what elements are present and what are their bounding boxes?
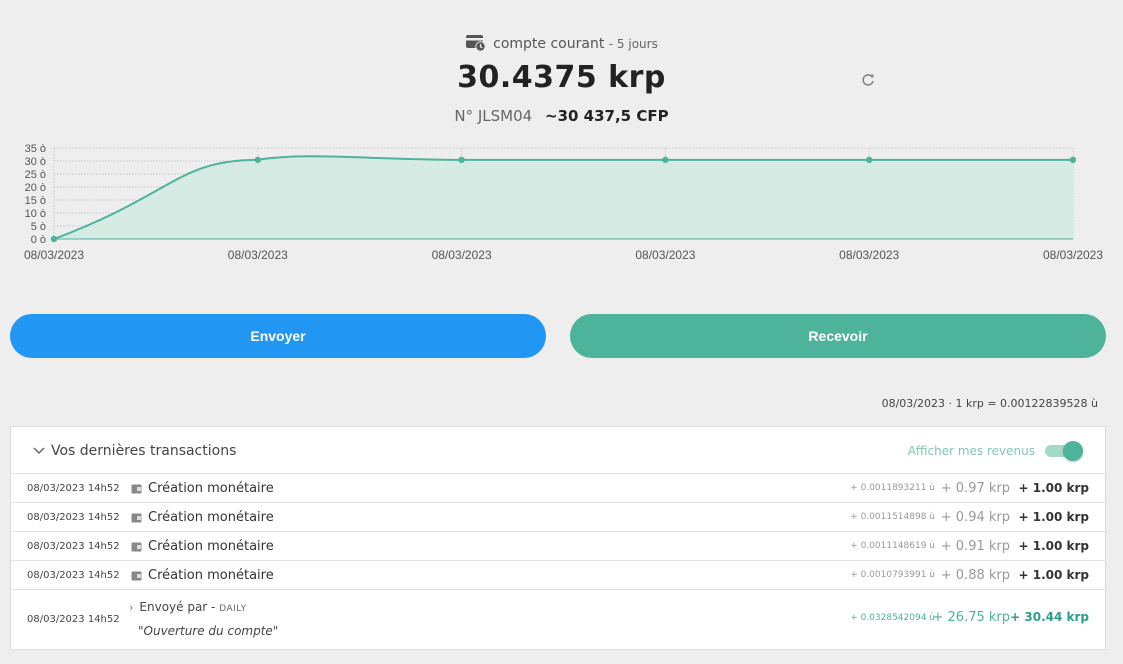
transaction-amount: + 1.00 krp [1018,510,1089,524]
receive-button[interactable]: Recevoir [570,314,1106,358]
transaction-date: 08/03/2023 14h52 [27,614,120,625]
send-button[interactable]: Envoyer [10,314,546,358]
account-converted-value: ~30 437,5 CFP [545,107,669,125]
x-tick-label: 08/03/2023 [432,248,492,262]
x-tick-label: 08/03/2023 [24,248,84,262]
refresh-icon[interactable] [860,72,876,88]
transaction-date: 08/03/2023 14h52 [27,541,120,552]
transaction-amount-u: + 0.0011893211 ù [850,483,935,493]
account-number: N° JLSM04 [454,107,533,125]
transaction-amount-u: + 0.0011148619 ù [850,541,935,551]
transaction-row[interactable]: 08/03/2023 14h52 Création monétaire + 0.00… [11,503,1105,532]
data-point [1069,156,1077,164]
transaction-amount: + 1.00 krp [1018,568,1089,582]
transaction-description: Création monétaire [148,568,274,583]
transaction-amount: + 30.44 krp [1010,610,1089,624]
transactions-header[interactable]: Vos dernières transactions Afficher mes … [11,427,1105,474]
y-tick-label: 20 ò [25,182,46,194]
transaction-date: 08/03/2023 14h52 [27,483,120,494]
y-tick-label: 30 ò [25,156,46,168]
wallet-clock-icon [466,35,486,52]
x-tick-label: 08/03/2023 [839,248,899,262]
transaction-amount-u: + 0.0011514898 ù [850,512,935,522]
wallet-icon [131,484,142,494]
transaction-amount-relative: + 0.94 krp [940,510,1010,525]
data-point [50,235,58,243]
data-point [662,156,669,164]
transaction-amount-relative: + 26.75 krp [932,610,1011,625]
transaction-row-sent[interactable]: 08/03/2023 14h52 › Envoyé par - DAILY "Ou… [11,590,1105,648]
chevron-down-icon[interactable] [33,447,45,455]
transaction-date: 08/03/2023 14h52 [27,570,120,581]
y-tick-label: 0 ò [31,234,46,246]
chevron-right-icon[interactable]: › [129,601,133,614]
show-income-label: Afficher mes revenus [907,444,1035,458]
transactions-list: 08/03/2023 14h52 Création monétaire + 0.00… [11,474,1105,590]
data-point [254,156,261,164]
transaction-row[interactable]: 08/03/2023 14h52 Création monétaire + 0.00… [11,474,1105,503]
transaction-amount-u: + 0.0328542094 ù [850,613,935,623]
x-tick-label: 08/03/2023 [1043,248,1103,262]
transaction-amount-relative: + 0.97 krp [940,481,1010,496]
data-point [866,156,873,164]
series-area [54,156,1073,239]
account-type-line: compte courant - 5 jours [0,33,1123,53]
transaction-amount: + 1.00 krp [1018,539,1089,553]
transactions-panel: Vos dernières transactions Afficher mes … [10,426,1106,650]
transaction-date: 08/03/2023 14h52 [27,512,120,523]
transaction-description: Création monétaire [148,539,274,554]
data-point [458,156,465,164]
transaction-row[interactable]: 08/03/2023 14h52 Création monétaire + 0.00… [11,532,1105,561]
account-days: - 5 jours [608,37,658,51]
sender-name: DAILY [219,604,247,614]
transaction-description: Création monétaire [148,481,274,496]
transaction-amount-relative: + 0.91 krp [940,539,1010,554]
transactions-title: Vos dernières transactions [51,443,237,459]
y-tick-label: 15 ò [25,195,46,207]
sent-by-label: Envoyé par - [139,600,216,614]
wallet-icon [131,571,142,581]
transaction-amount-u: + 0.0010793991 ù [850,570,935,580]
y-tick-label: 10 ò [25,208,46,220]
transaction-note: "Ouverture du compte" [138,624,279,638]
balance-chart: 0 ò5 ò10 ò15 ò20 ò25 ò30 ò35 ò 08/03/2023… [24,143,1103,262]
wallet-icon [131,513,142,523]
account-type: compte courant [493,36,605,52]
x-tick-label: 08/03/2023 [635,248,695,262]
y-tick-label: 25 ò [25,169,46,181]
account-subline: N° JLSM04 ~30 437,5 CFP [0,107,1123,125]
transaction-amount: + 1.00 krp [1018,481,1089,495]
transaction-row[interactable]: 08/03/2023 14h52 Création monétaire + 0.00… [11,561,1105,590]
y-tick-label: 35 ò [25,143,46,155]
transaction-amount-relative: + 0.88 krp [940,568,1010,583]
y-tick-label: 5 ò [31,221,46,233]
wallet-icon [131,542,142,552]
account-balance: 30.4375 krp [457,60,666,95]
show-income-toggle[interactable] [1045,441,1083,461]
exchange-rate-line: 08/03/2023 · 1 krp = 0.00122839528 ù [881,397,1098,410]
transaction-description: Création monétaire [148,510,274,525]
sent-by-line: › Envoyé par - DAILY [129,600,247,614]
x-tick-label: 08/03/2023 [228,248,288,262]
